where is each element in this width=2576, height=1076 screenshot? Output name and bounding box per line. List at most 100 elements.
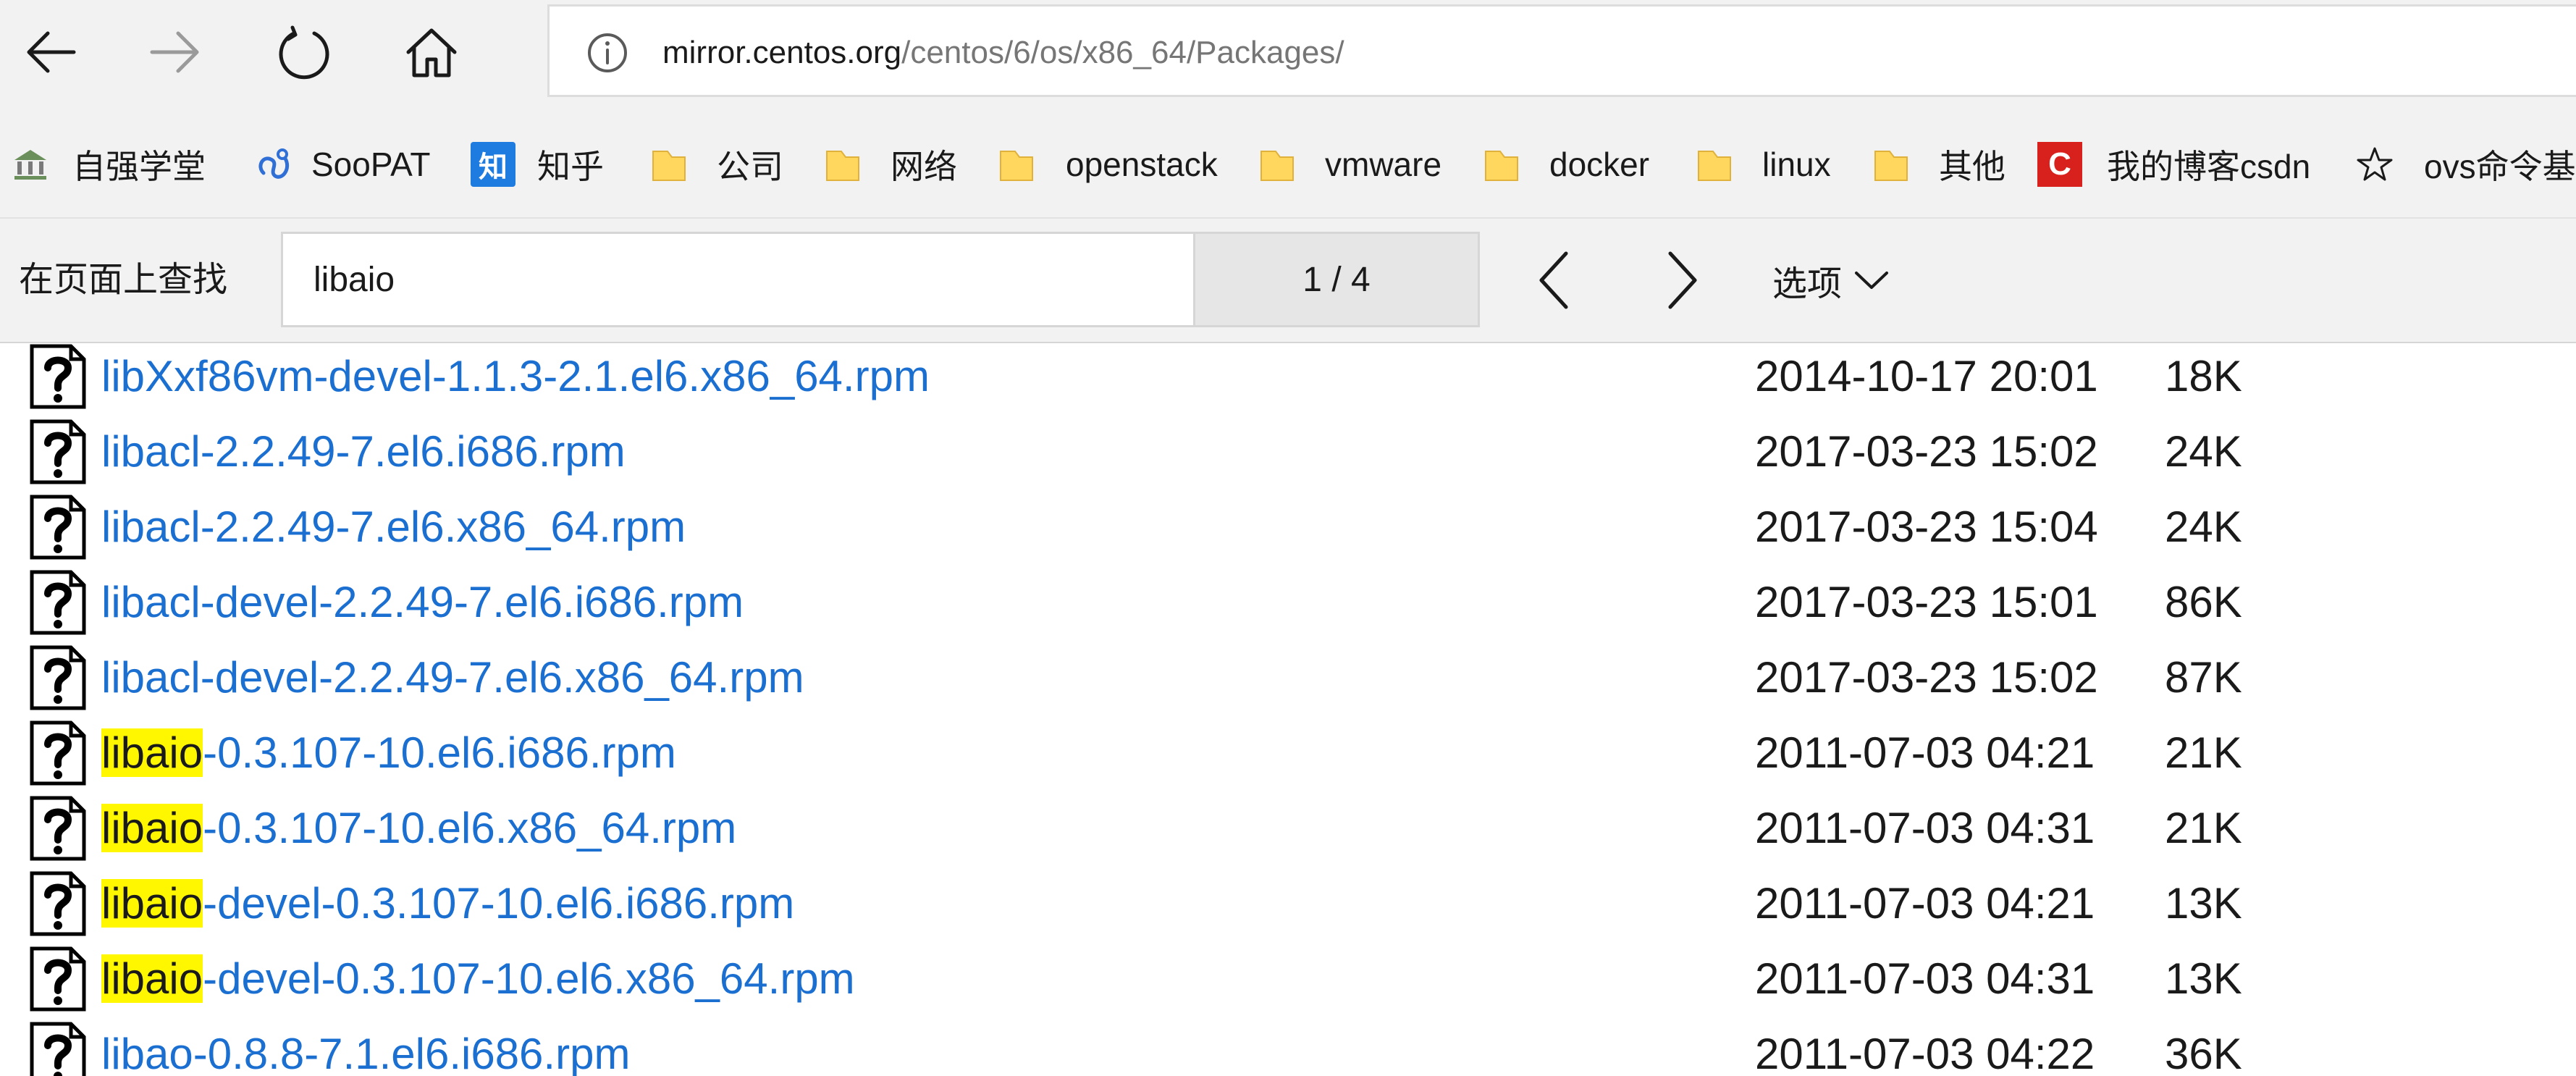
folder-icon: [649, 144, 689, 185]
bookmark-zqxt[interactable]: 自强学堂: [10, 139, 206, 190]
unknown-file-icon: [29, 795, 87, 862]
bookmark-label: 知乎: [537, 148, 604, 185]
bookmark-label: 我的博客csdn: [2107, 148, 2311, 185]
unknown-file-icon: [29, 494, 87, 560]
file-link[interactable]: libXxf86vm-devel-1.1.3-2.1.el6.x86_64.rp…: [101, 349, 930, 404]
url-host: mirror.centos.org: [662, 35, 902, 70]
info-icon[interactable]: [586, 31, 629, 75]
bookmark-ovs[interactable]: ovs命令基: [2354, 139, 2576, 190]
table-row: libXxf86vm-devel-1.1.3-2.1.el6.x86_64.rp…: [0, 343, 2576, 414]
file-name-text: libacl-2.2.49-7.el6.i686.rpm: [101, 427, 626, 476]
forward-button[interactable]: [139, 16, 211, 88]
bank-icon: [10, 144, 51, 185]
file-link[interactable]: libacl-2.2.49-7.el6.i686.rpm: [101, 424, 626, 479]
address-bar[interactable]: mirror.centos.org/centos/6/os/x86_64/Pac…: [547, 4, 2576, 97]
table-row: libacl-devel-2.2.49-7.el6.x86_64.rpm 2017…: [0, 640, 2576, 715]
home-icon: [406, 28, 457, 77]
file-modified-date: 2017-03-23 15:02: [1755, 427, 2098, 476]
zhihu-icon: 知: [471, 142, 515, 187]
find-label: 在页面上查找: [19, 261, 228, 299]
search-highlight: libaio: [101, 879, 203, 928]
table-row: libacl-devel-2.2.49-7.el6.i686.rpm 2017-0…: [0, 565, 2576, 640]
star-icon: [2354, 144, 2395, 185]
file-modified-date: 2017-03-23 15:02: [1755, 653, 2098, 702]
file-modified-date: 2017-03-23 15:01: [1755, 578, 2098, 626]
unknown-file-icon: [29, 870, 87, 937]
bookmark-label: 网络: [891, 148, 957, 185]
file-link[interactable]: libacl-devel-2.2.49-7.el6.i686.rpm: [101, 575, 744, 630]
file-size: 21K: [2165, 728, 2242, 777]
home-button[interactable]: [395, 16, 468, 88]
file-modified-date: 2011-07-03 04:31: [1755, 954, 2095, 1003]
chevron-right-icon: [1668, 251, 1697, 309]
file-link[interactable]: libao-0.8.8-7.1.el6.i686.rpm: [101, 1027, 630, 1076]
table-row: libaio-0.3.107-10.el6.x86_64.rpm 2011-07-…: [0, 791, 2576, 866]
table-row: libaio-devel-0.3.107-10.el6.x86_64.rpm 20…: [0, 941, 2576, 1017]
bookmark-soopat[interactable]: SooPAT: [253, 139, 430, 190]
bookmark-folder-company[interactable]: 公司: [649, 139, 783, 190]
file-modified-date: 2011-07-03 04:21: [1755, 879, 2095, 928]
file-size: 13K: [2165, 879, 2242, 928]
bookmark-folder-network[interactable]: 网络: [822, 139, 957, 190]
folder-icon: [996, 144, 1037, 185]
file-link[interactable]: libacl-2.2.49-7.el6.x86_64.rpm: [101, 500, 686, 555]
bookmark-label: SooPAT: [311, 146, 431, 183]
bookmarks-bar: 自强学堂 SooPAT 知 知乎 公司 网络 openstack vmware …: [0, 112, 2576, 219]
file-modified-date: 2011-07-03 04:21: [1755, 728, 2095, 777]
bookmark-label: 其他: [1939, 148, 2005, 185]
folder-icon: [1871, 144, 1911, 185]
file-link[interactable]: libacl-devel-2.2.49-7.el6.x86_64.rpm: [101, 650, 804, 705]
file-link[interactable]: libaio-devel-0.3.107-10.el6.i686.rpm: [101, 876, 794, 931]
back-button[interactable]: [14, 16, 87, 88]
find-previous-button[interactable]: [1515, 240, 1594, 320]
file-name-text: libacl-2.2.49-7.el6.x86_64.rpm: [101, 503, 686, 551]
bookmark-label: 自强学堂: [72, 148, 206, 185]
file-link[interactable]: libaio-0.3.107-10.el6.i686.rpm: [101, 726, 676, 781]
forward-arrow-icon: [150, 31, 199, 73]
bookmark-folder-vmware[interactable]: vmware: [1257, 139, 1441, 190]
find-options-button[interactable]: 选项: [1772, 255, 1891, 306]
csdn-icon: C: [2037, 142, 2082, 187]
table-row: libaio-devel-0.3.107-10.el6.i686.rpm 2011…: [0, 866, 2576, 941]
file-name-text: libXxf86vm-devel-1.1.3-2.1.el6.x86_64.rp…: [101, 352, 930, 400]
file-name-rest: -devel-0.3.107-10.el6.x86_64.rpm: [203, 954, 855, 1003]
bookmark-folder-other[interactable]: 其他: [1871, 139, 2005, 190]
table-row: libacl-2.2.49-7.el6.x86_64.rpm 2017-03-23…: [0, 489, 2576, 565]
file-size: 13K: [2165, 954, 2242, 1003]
bookmark-folder-openstack[interactable]: openstack: [996, 139, 1218, 190]
bookmark-zhihu[interactable]: 知 知乎: [471, 139, 604, 190]
refresh-icon: [279, 25, 329, 80]
table-row: libacl-2.2.49-7.el6.i686.rpm 2017-03-23 1…: [0, 414, 2576, 489]
folder-icon: [1481, 144, 1522, 185]
unknown-file-icon: [29, 1021, 87, 1076]
file-name-rest: -0.3.107-10.el6.i686.rpm: [203, 728, 676, 777]
table-row: libaio-0.3.107-10.el6.i686.rpm 2011-07-03…: [0, 715, 2576, 791]
address-url[interactable]: mirror.centos.org/centos/6/os/x86_64/Pac…: [662, 31, 1344, 75]
find-options-label: 选项: [1772, 265, 1843, 303]
find-on-page-bar: 在页面上查找 1 / 4 选项: [0, 219, 2576, 343]
folder-icon: [1257, 144, 1297, 185]
refresh-button[interactable]: [268, 16, 340, 88]
find-input[interactable]: [281, 232, 1193, 327]
file-size: 87K: [2165, 653, 2242, 702]
bookmark-label: vmware: [1325, 146, 1442, 183]
file-size: 24K: [2165, 503, 2242, 551]
search-highlight: libaio: [101, 804, 203, 852]
file-name-text: libacl-devel-2.2.49-7.el6.x86_64.rpm: [101, 653, 804, 702]
unknown-file-icon: [29, 343, 87, 410]
bookmark-label: ovs命令基: [2424, 148, 2576, 185]
folder-icon: [822, 144, 863, 185]
find-next-button[interactable]: [1642, 240, 1722, 320]
bookmark-folder-docker[interactable]: docker: [1481, 139, 1649, 190]
chevron-left-icon: [1539, 251, 1568, 309]
file-name-rest: -devel-0.3.107-10.el6.i686.rpm: [203, 879, 795, 928]
bookmark-label: 公司: [717, 148, 783, 185]
bookmark-csdn[interactable]: C 我的博客csdn: [2037, 139, 2310, 190]
file-link[interactable]: libaio-devel-0.3.107-10.el6.x86_64.rpm: [101, 951, 855, 1006]
file-link[interactable]: libaio-0.3.107-10.el6.x86_64.rpm: [101, 801, 736, 856]
file-size: 21K: [2165, 804, 2242, 852]
bookmark-label: docker: [1549, 146, 1650, 183]
file-size: 36K: [2165, 1030, 2242, 1076]
bookmark-folder-linux[interactable]: linux: [1694, 139, 1831, 190]
file-modified-date: 2017-03-23 15:04: [1755, 503, 2098, 551]
